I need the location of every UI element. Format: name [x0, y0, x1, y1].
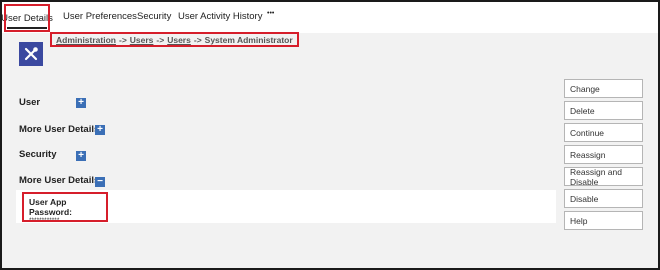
tab-user-preferences[interactable]: User Preferences [63, 11, 137, 22]
tab-security[interactable]: Security [137, 11, 171, 22]
tab-bar: User Details User Preferences Security U… [1, 2, 658, 33]
tab-user-details[interactable]: User Details [1, 4, 53, 32]
section-more-user-details-expanded-label: More User Details [19, 175, 100, 186]
reassign-button[interactable]: Reassign [564, 145, 643, 164]
breadcrumb-current: System Administrator [204, 34, 293, 45]
tab-more-menu[interactable]: ••• [267, 10, 274, 17]
section-user-label: User [19, 97, 41, 108]
tab-label: User Details [1, 12, 53, 24]
password-label: User App Password: [29, 197, 72, 217]
tools-icon [19, 42, 43, 66]
disable-button[interactable]: Disable [564, 189, 643, 208]
collapse-more-user-details-button[interactable]: − [95, 177, 105, 187]
breadcrumb-separator: -> [118, 34, 127, 45]
window-frame: User Details User Preferences Security U… [0, 0, 660, 270]
help-button[interactable]: Help [564, 211, 643, 230]
reassign-and-disable-button[interactable]: Reassign and Disable [564, 167, 643, 187]
section-security-label: Security [19, 149, 57, 160]
breadcrumb: Administration -> Users -> Users -> Syst… [50, 32, 299, 47]
tools-icon-svg [24, 47, 38, 61]
breadcrumb-users[interactable]: Users [167, 35, 191, 45]
breadcrumb-users[interactable]: Users [130, 35, 154, 45]
password-value: ************ [29, 217, 60, 224]
tab-user-activity-history[interactable]: User Activity History [178, 11, 262, 22]
delete-button[interactable]: Delete [564, 101, 643, 120]
change-button[interactable]: Change [564, 79, 643, 98]
breadcrumb-separator: -> [156, 34, 165, 45]
expand-more-user-details-button[interactable]: + [95, 125, 105, 135]
continue-button[interactable]: Continue [564, 123, 643, 142]
breadcrumb-administration[interactable]: Administration [56, 35, 116, 45]
section-more-user-details-label: More User Details [19, 124, 100, 135]
expand-security-button[interactable]: + [76, 151, 86, 161]
breadcrumb-separator: -> [193, 34, 202, 45]
expand-user-button[interactable]: + [76, 98, 86, 108]
user-app-password-field: User App Password: ************ [22, 192, 108, 224]
